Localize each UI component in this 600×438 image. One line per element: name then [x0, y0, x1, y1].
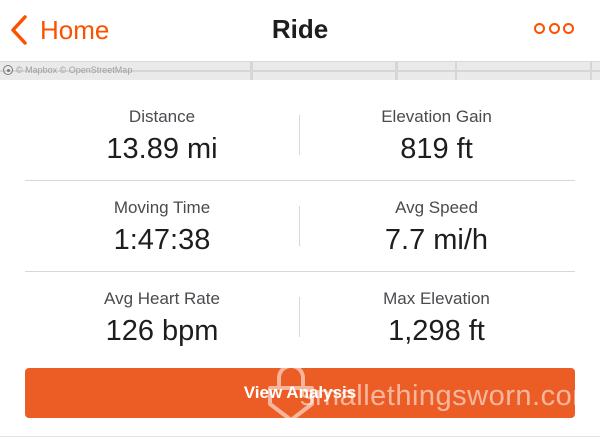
map-road	[395, 62, 398, 80]
stat-label: Avg Speed	[395, 198, 478, 217]
top-navigation-bar: Home Ride	[0, 0, 600, 62]
stat-moving-time: Moving Time 1:47:38	[25, 181, 299, 271]
back-button-label: Home	[40, 15, 110, 45]
watermark-text: smallethingsworn.com	[300, 380, 597, 412]
back-button[interactable]: Home	[10, 10, 109, 50]
map-road	[250, 62, 253, 80]
column-divider	[299, 206, 300, 246]
map-road	[455, 62, 457, 80]
more-options-button[interactable]	[534, 18, 574, 38]
stats-row: Moving Time 1:47:38 Avg Speed 7.7 mi/h	[25, 181, 575, 272]
stat-value: 7.7 mi/h	[384, 224, 489, 256]
stat-distance: Distance 13.89 mi	[25, 90, 299, 180]
map-attribution[interactable]: © Mapbox © OpenStreetMap	[3, 64, 132, 76]
map-road	[590, 62, 592, 80]
page-title: Ride	[271, 14, 329, 44]
more-horizontal-icon	[563, 22, 574, 34]
stat-value: 1:47:38	[113, 224, 211, 256]
stat-avg-heart-rate: Avg Heart Rate 126 bpm	[25, 272, 299, 362]
column-divider	[299, 297, 300, 337]
more-horizontal-icon	[548, 22, 560, 34]
chevron-left-icon	[10, 15, 28, 45]
map-preview[interactable]: © Mapbox © OpenStreetMap	[0, 62, 600, 80]
more-horizontal-icon	[534, 22, 545, 34]
map-attribution-text: © Mapbox © OpenStreetMap	[16, 65, 133, 75]
stat-label: Distance	[128, 107, 196, 126]
stats-row: Avg Heart Rate 126 bpm Max Elevation 1,2…	[25, 272, 575, 362]
stat-elevation-gain: Elevation Gain 819 ft	[299, 90, 574, 180]
bottom-divider	[0, 436, 600, 437]
stat-value: 126 bpm	[105, 315, 219, 347]
stats-row: Distance 13.89 mi Elevation Gain 819 ft	[25, 90, 575, 181]
stat-value: 819 ft	[400, 133, 473, 165]
stat-max-elevation: Max Elevation 1,298 ft	[299, 272, 574, 362]
stat-label: Elevation Gain	[381, 107, 492, 126]
stat-value: 1,298 ft	[388, 315, 485, 347]
info-icon	[3, 65, 13, 75]
stat-label: Avg Heart Rate	[104, 289, 220, 308]
stat-label: Max Elevation	[383, 289, 490, 308]
stats-grid: Distance 13.89 mi Elevation Gain 819 ft …	[25, 90, 575, 362]
stat-avg-speed: Avg Speed 7.7 mi/h	[299, 181, 574, 271]
stat-value: 13.89 mi	[106, 133, 218, 165]
column-divider	[299, 115, 300, 155]
stat-label: Moving Time	[113, 198, 211, 217]
